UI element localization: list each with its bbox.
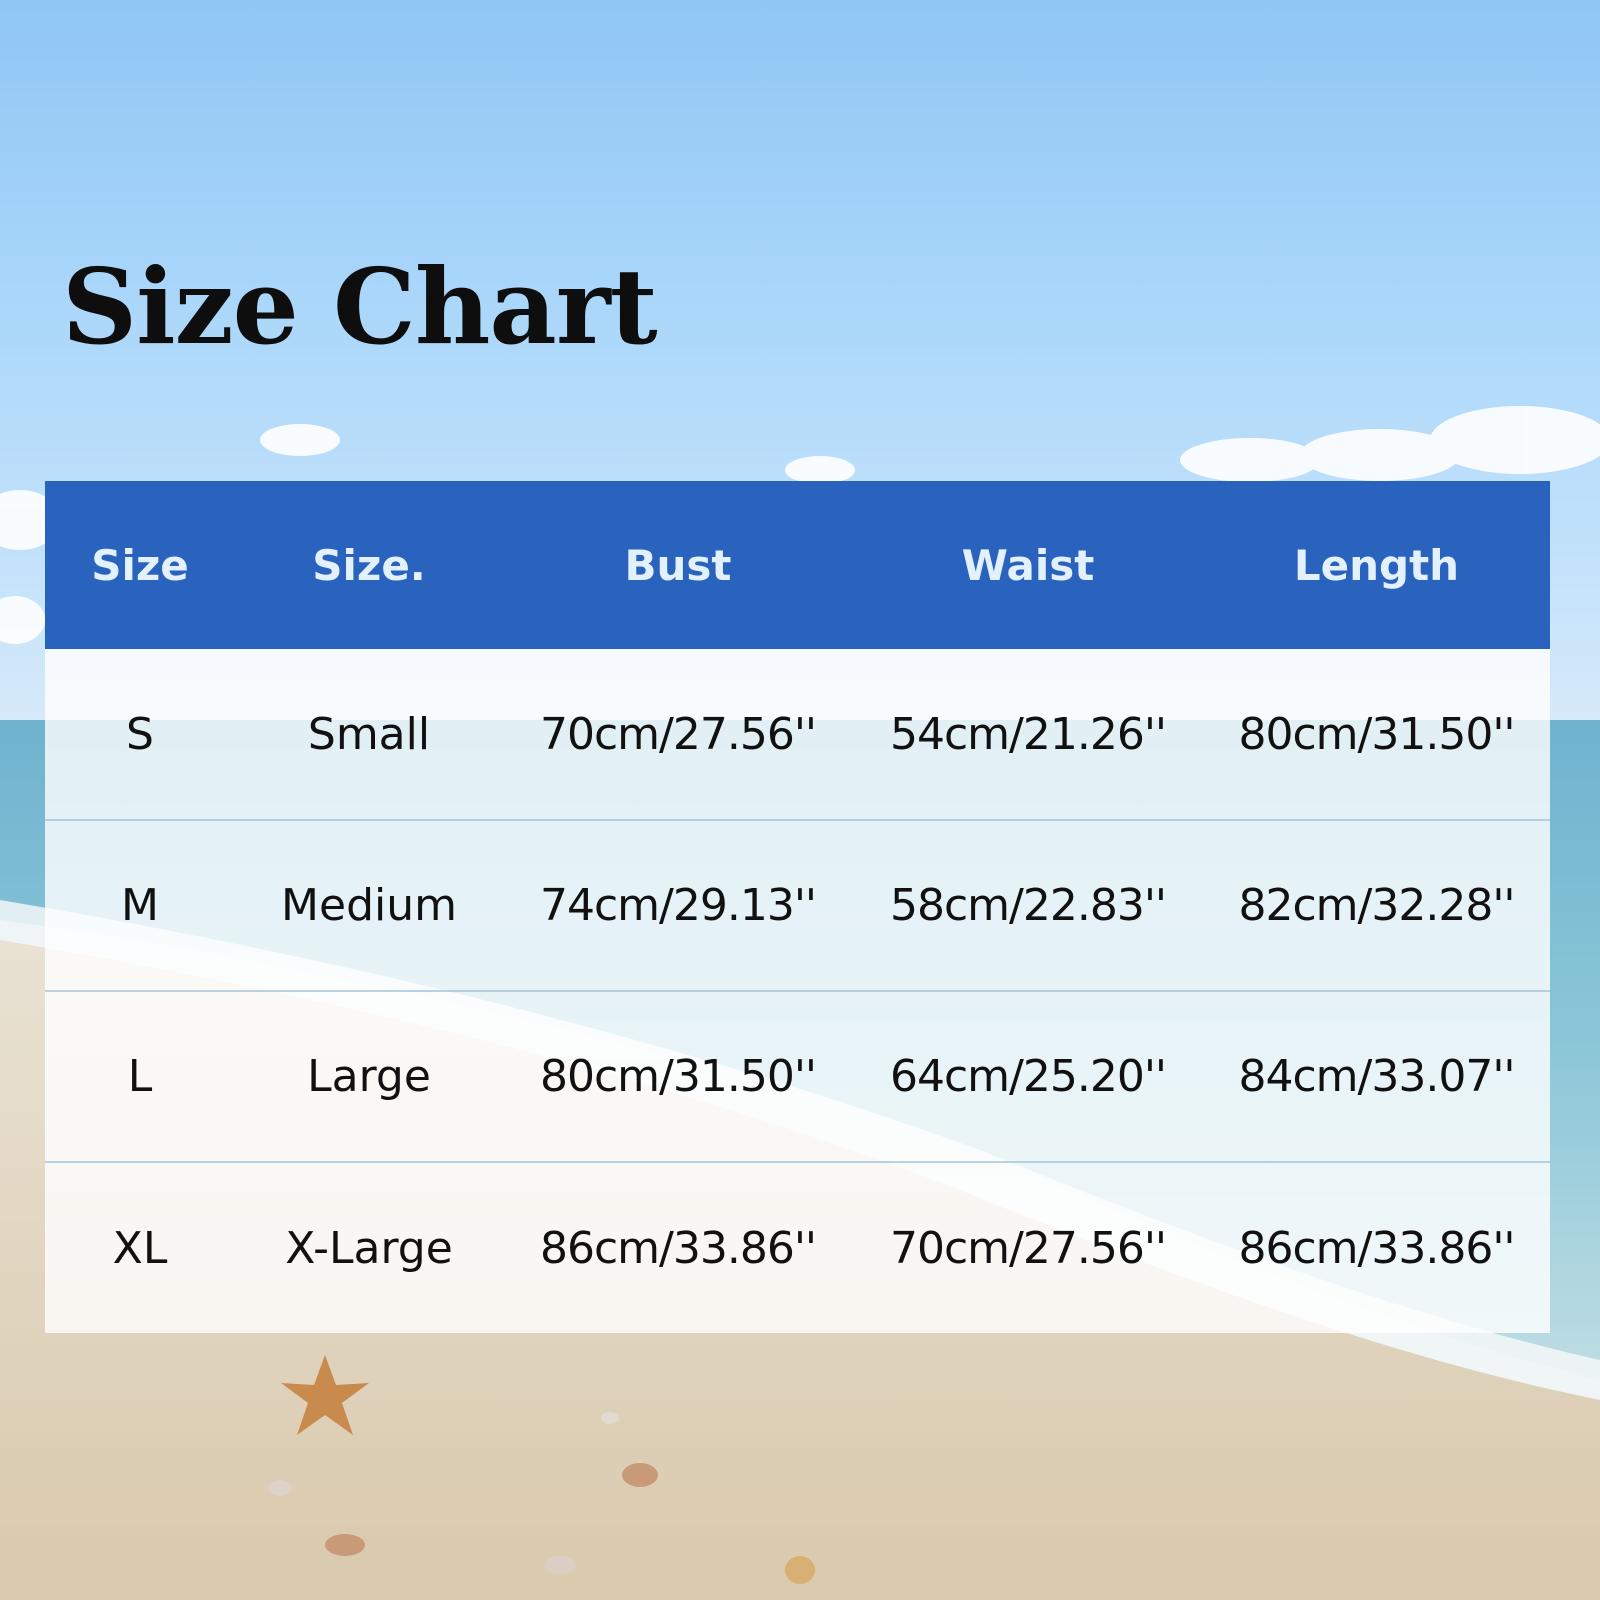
cell-length: 84cm/33.07'' <box>1203 990 1550 1162</box>
header-row: Size Size. Bust Waist Length <box>45 481 1550 649</box>
header-waist: Waist <box>961 540 1095 590</box>
table-header: Size Size. Bust Waist Length <box>45 481 1550 649</box>
cell-waist: 64cm/25.20'' <box>853 990 1203 1162</box>
cell-bust: 80cm/31.50'' <box>503 990 853 1162</box>
cell-bust: 70cm/27.56'' <box>539 708 817 760</box>
table-body: S Small 70cm/27.56'' 54cm/21.26'' 80cm/3… <box>45 649 1550 1333</box>
cell-size-name: Medium <box>235 819 503 991</box>
cell-waist: 70cm/27.56'' <box>853 1161 1203 1333</box>
cell-length: 80cm/31.50'' <box>1238 708 1515 760</box>
header-bust: Bust <box>624 540 732 590</box>
table-row: S Small 70cm/27.56'' 54cm/21.26'' 80cm/3… <box>45 649 1550 820</box>
table-row: XL X-Large 86cm/33.86'' 70cm/27.56'' 86c… <box>45 1161 1550 1333</box>
cell-waist: 54cm/21.26'' <box>889 708 1167 760</box>
cell-waist: 58cm/22.83'' <box>853 819 1203 991</box>
table-row: L Large 80cm/31.50'' 64cm/25.20'' 84cm/3… <box>45 990 1550 1162</box>
cell-size: L <box>45 990 235 1162</box>
size-chart-table: Size Size. Bust Waist Length S Small 70c… <box>45 481 1550 1333</box>
cell-bust: 74cm/29.13'' <box>503 819 853 991</box>
cell-size-name: Small <box>307 708 431 760</box>
header-size-name: Size. <box>312 540 426 590</box>
table-row: M Medium 74cm/29.13'' 58cm/22.83'' 82cm/… <box>45 819 1550 991</box>
cell-length: 82cm/32.28'' <box>1203 819 1550 991</box>
cell-size: S <box>126 708 154 760</box>
cell-bust: 86cm/33.86'' <box>503 1161 853 1333</box>
page-title: Size Chart <box>62 245 658 368</box>
header-size: Size <box>91 540 189 590</box>
cell-size-name: Large <box>235 990 503 1162</box>
cell-size-name: X-Large <box>235 1161 503 1333</box>
cell-length: 86cm/33.86'' <box>1203 1161 1550 1333</box>
header-length: Length <box>1293 540 1460 590</box>
cell-size: M <box>45 819 235 991</box>
cell-size: XL <box>45 1161 235 1333</box>
